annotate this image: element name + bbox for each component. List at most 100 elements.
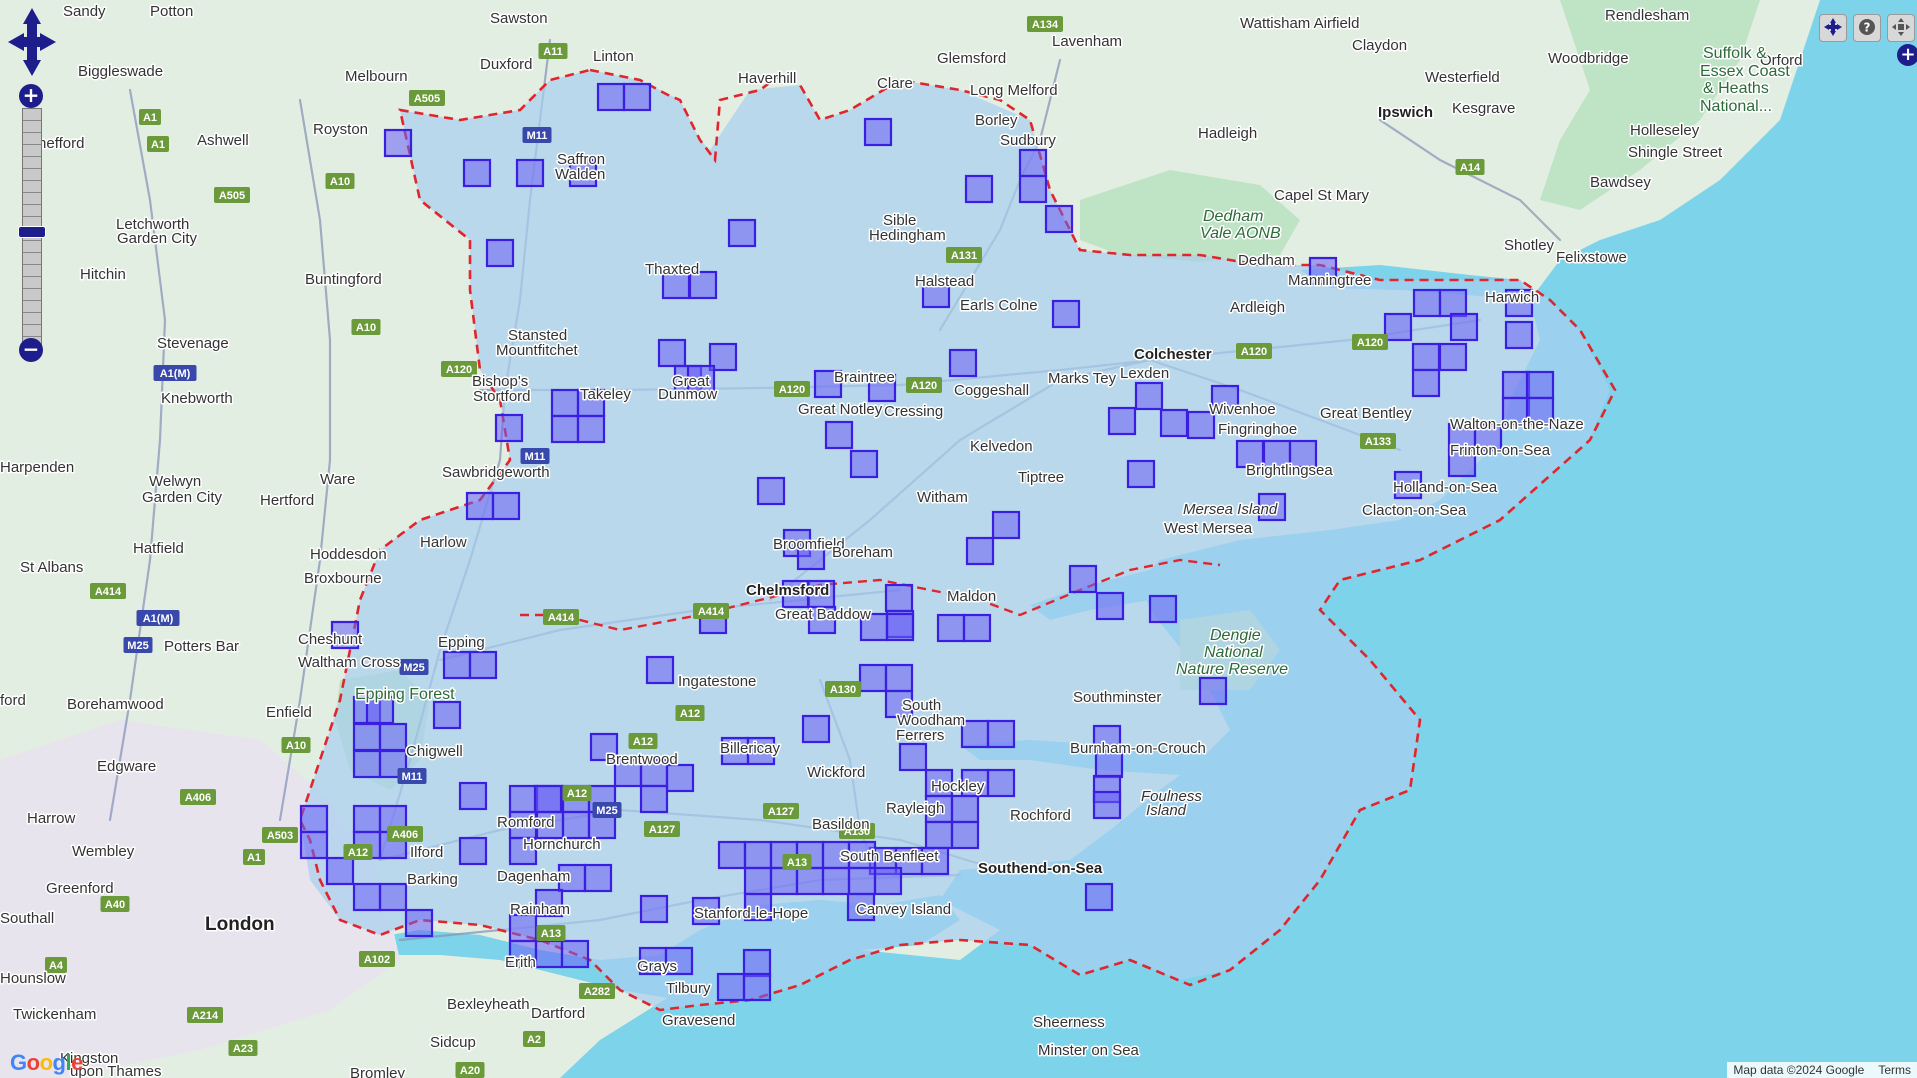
- expand-button[interactable]: +: [1897, 44, 1917, 66]
- grid-cell[interactable]: [960, 719, 990, 749]
- grid-cell[interactable]: [665, 763, 695, 793]
- grid-cell[interactable]: [1438, 342, 1468, 372]
- grid-cell[interactable]: [795, 866, 825, 896]
- grid-cell[interactable]: [458, 781, 488, 811]
- grid-cell[interactable]: [743, 866, 773, 896]
- grid-cell[interactable]: [1159, 408, 1189, 438]
- terms-link[interactable]: Terms: [1878, 1062, 1911, 1078]
- grid-cell[interactable]: [1018, 148, 1048, 178]
- help-icon[interactable]: ?: [1853, 14, 1881, 42]
- grid-cell[interactable]: [622, 82, 652, 112]
- grid-cell[interactable]: [352, 749, 382, 779]
- grid-cell[interactable]: [858, 663, 888, 693]
- grid-cell[interactable]: [550, 388, 580, 418]
- grid-cell[interactable]: [1198, 676, 1228, 706]
- grid-cell[interactable]: [863, 117, 893, 147]
- grid-cell[interactable]: [821, 866, 851, 896]
- grid-cell[interactable]: [965, 536, 995, 566]
- grid-cell[interactable]: [1525, 370, 1555, 400]
- grid-cell[interactable]: [325, 856, 355, 886]
- zoom-slider-handle[interactable]: [18, 226, 46, 238]
- grid-cell[interactable]: [936, 613, 966, 643]
- grid-cell[interactable]: [583, 863, 613, 893]
- grid-cell[interactable]: [378, 882, 408, 912]
- grid-cell[interactable]: [1084, 882, 1114, 912]
- grid-cell[interactable]: [986, 768, 1016, 798]
- grid-cell[interactable]: [1126, 459, 1156, 489]
- grid-cell[interactable]: [533, 784, 563, 814]
- grid-cell[interactable]: [847, 866, 877, 896]
- fullscreen-icon[interactable]: [1887, 14, 1915, 42]
- grid-cell[interactable]: [742, 948, 772, 978]
- grid-cell[interactable]: [352, 882, 382, 912]
- grid-cell[interactable]: [596, 82, 626, 112]
- pan-tool-icon[interactable]: [1819, 14, 1847, 42]
- grid-cell[interactable]: [986, 719, 1016, 749]
- grid-cell[interactable]: [383, 128, 413, 158]
- grid-cell[interactable]: [639, 784, 669, 814]
- grid-cell[interactable]: [849, 449, 879, 479]
- grid-cell[interactable]: [491, 491, 521, 521]
- grid-cell[interactable]: [884, 583, 914, 613]
- grid-cell[interactable]: [508, 913, 538, 943]
- grid-cell[interactable]: [801, 714, 831, 744]
- grid-cell[interactable]: [717, 840, 747, 870]
- grid-cell[interactable]: [1449, 312, 1479, 342]
- pan-control[interactable]: [8, 8, 56, 76]
- grid-cell[interactable]: [1092, 790, 1122, 820]
- grid-cell[interactable]: [885, 612, 915, 642]
- grid-cell[interactable]: [645, 655, 675, 685]
- grid-cell[interactable]: [1411, 368, 1441, 398]
- grid-cell[interactable]: [743, 840, 773, 870]
- grid-cell[interactable]: [1412, 288, 1442, 318]
- grid-cell[interactable]: [561, 810, 591, 840]
- grid-cell[interactable]: [1018, 174, 1048, 204]
- grid-cell[interactable]: [352, 804, 382, 834]
- grid-cell[interactable]: [550, 414, 580, 444]
- zoom-in-button[interactable]: +: [19, 84, 43, 108]
- grid-cell[interactable]: [924, 820, 954, 850]
- grid-cell[interactable]: [534, 939, 564, 969]
- grid-cell[interactable]: [560, 939, 590, 969]
- grid-cell[interactable]: [1438, 288, 1468, 318]
- grid-cell[interactable]: [948, 348, 978, 378]
- map-canvas[interactable]: A134 A11 A505 M11 A1 A1 A10 A505 A14 A131 A10 A120 A…: [0, 0, 1917, 1078]
- grid-cell[interactable]: [727, 218, 757, 248]
- grid-cell[interactable]: [962, 613, 992, 643]
- grid-cell[interactable]: [508, 784, 538, 814]
- grid-cell[interactable]: [991, 510, 1021, 540]
- grid-cell[interactable]: [462, 158, 492, 188]
- grid-cell[interactable]: [1148, 594, 1178, 624]
- grid-cell[interactable]: [442, 650, 472, 680]
- grid-cell[interactable]: [1411, 342, 1441, 372]
- grid-cell[interactable]: [458, 836, 488, 866]
- grid-cell[interactable]: [884, 663, 914, 693]
- grid-cell[interactable]: [1107, 406, 1137, 436]
- grid-cell[interactable]: [1501, 370, 1531, 400]
- grid-cell[interactable]: [378, 722, 408, 752]
- grid-cell[interactable]: [494, 413, 524, 443]
- grid-cell[interactable]: [352, 722, 382, 752]
- grid-cell[interactable]: [404, 908, 434, 938]
- pan-arrows-icon[interactable]: [8, 8, 56, 76]
- grid-cell[interactable]: [1044, 204, 1074, 234]
- grid-cell[interactable]: [1504, 320, 1534, 350]
- grid-cell[interactable]: [1051, 299, 1081, 329]
- grid-cell[interactable]: [716, 972, 746, 1002]
- grid-cell[interactable]: [769, 866, 799, 896]
- grid-cell[interactable]: [1068, 564, 1098, 594]
- grid-cell[interactable]: [756, 476, 786, 506]
- grid-cell[interactable]: [1095, 591, 1125, 621]
- grid-cell[interactable]: [742, 972, 772, 1002]
- grid-cell[interactable]: [657, 338, 687, 368]
- grid-cell[interactable]: [824, 420, 854, 450]
- grid-cell[interactable]: [964, 174, 994, 204]
- grid-cell[interactable]: [299, 804, 329, 834]
- grid-cell[interactable]: [873, 866, 903, 896]
- grid-cell[interactable]: [1134, 381, 1164, 411]
- grid-cell[interactable]: [898, 742, 928, 772]
- zoom-out-button[interactable]: −: [19, 338, 43, 362]
- grid-cell[interactable]: [299, 830, 329, 860]
- grid-cell[interactable]: [432, 700, 462, 730]
- grid-cell[interactable]: [465, 491, 495, 521]
